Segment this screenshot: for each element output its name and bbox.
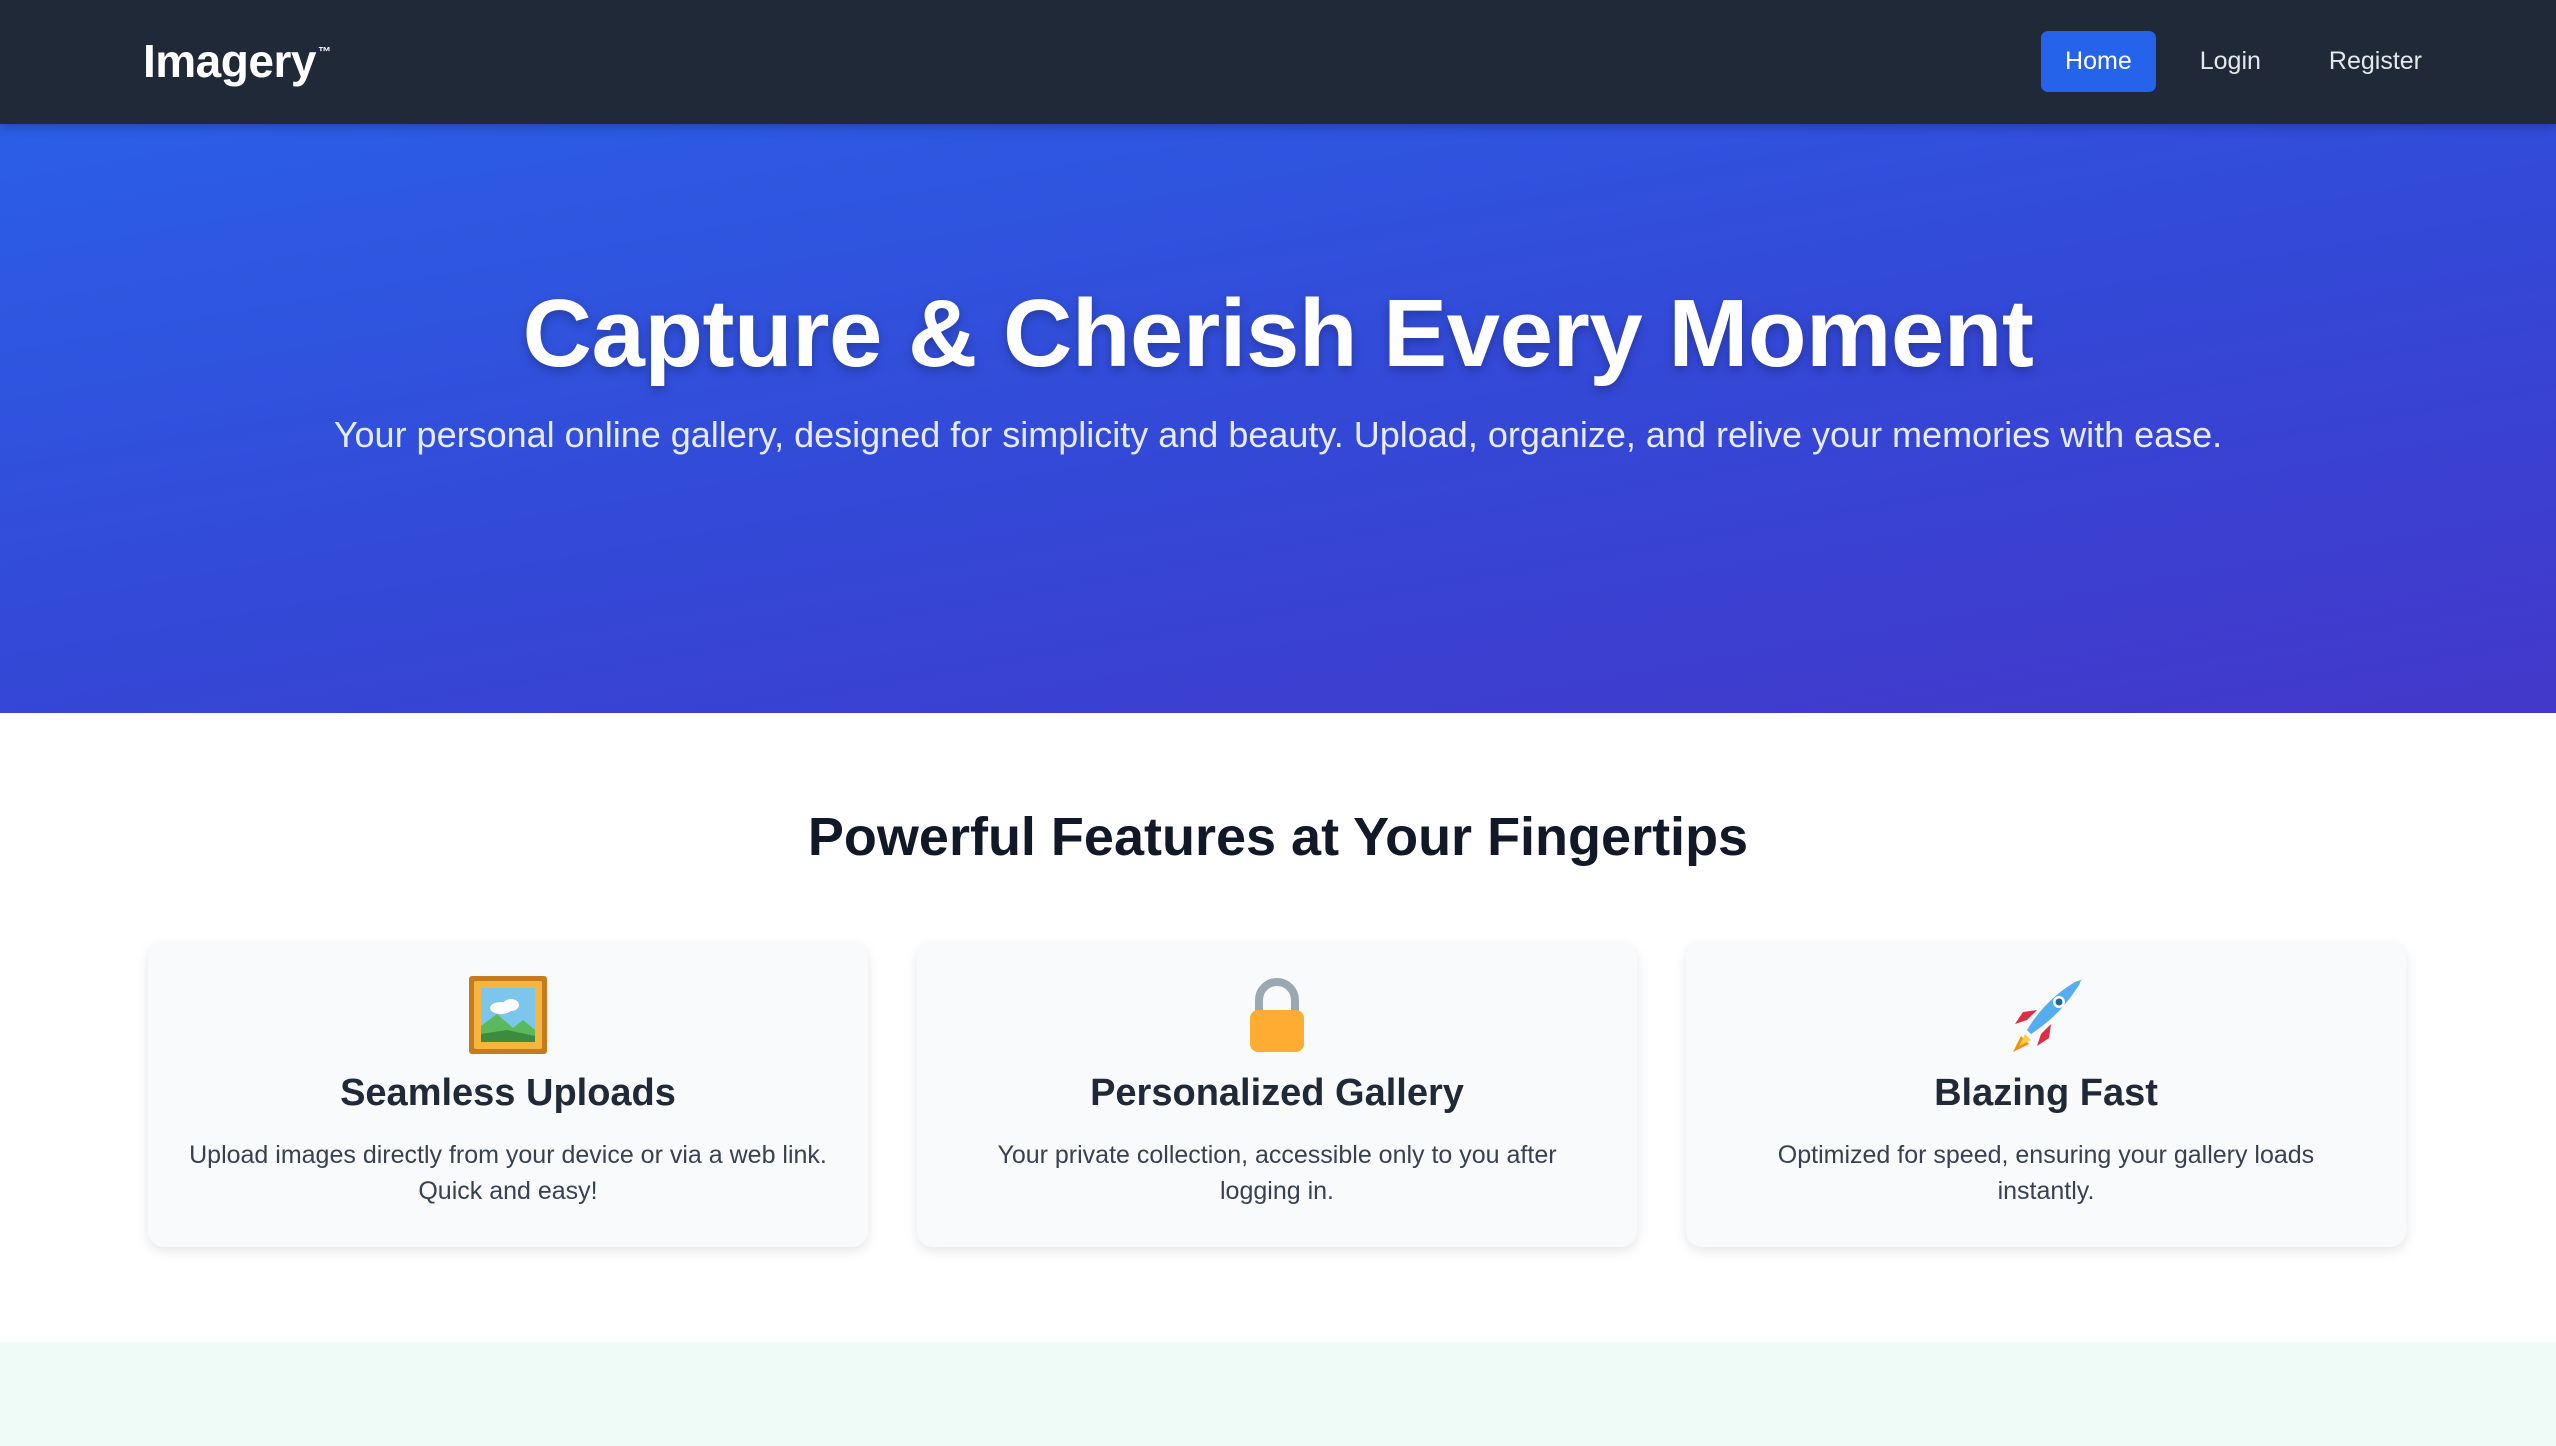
brand-logo[interactable]: Imagery ™ [143,34,331,88]
features-heading: Powerful Features at Your Fingertips [807,807,1749,867]
rocket-icon [1686,974,2406,1056]
top-navbar: Imagery ™ Home Login Register [0,0,2556,124]
next-section-band [0,1342,2556,1446]
feature-title: Blazing Fast [1934,1072,2158,1114]
nav-links: Home Login Register [2041,31,2446,92]
nav-home-link[interactable]: Home [2041,31,2156,92]
nav-register-link[interactable]: Register [2305,31,2446,92]
feature-title: Personalized Gallery [1090,1072,1464,1114]
trademark-mark: ™ [317,44,331,59]
nav-login-link[interactable]: Login [2176,31,2285,92]
feature-description: Your private collection, accessible only… [997,1141,1557,1205]
feature-card-gallery: Personalized Gallery Your private collec… [917,942,1637,1247]
feature-card-speed: Blazing Fast Optimized for speed, ensuri… [1686,942,2406,1247]
framed-picture-icon [148,974,868,1056]
hero-section: Capture & Cherish Every Moment Your pers… [0,124,2556,713]
hero-title: Capture & Cherish Every Moment [522,280,2034,387]
hero-subtitle: Your personal online gallery, designed f… [333,414,2223,455]
feature-description: Upload images directly from your device … [189,1141,827,1205]
feature-description: Optimized for speed, ensuring your galle… [1777,1141,2315,1205]
feature-title: Seamless Uploads [340,1072,676,1114]
brand-name: Imagery [143,35,316,87]
lock-icon [917,974,1637,1056]
feature-card-uploads: Seamless Uploads Upload images directly … [148,942,868,1247]
feature-cards: Seamless Uploads Upload images directly … [148,942,2406,1247]
